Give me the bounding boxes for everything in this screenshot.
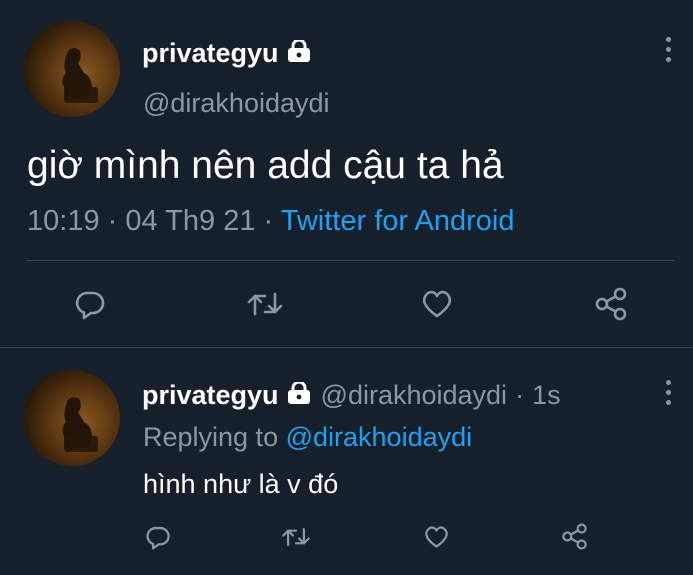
share-icon[interactable] [592,286,630,322]
lock-icon [287,380,311,411]
like-icon[interactable] [418,286,456,322]
retweet-icon[interactable] [280,522,312,552]
avatar[interactable] [24,21,120,117]
display-name-text: privategyu [142,38,279,68]
reply-text: hình như là v đó [143,469,339,499]
retweet-icon[interactable] [245,286,285,322]
meta-separator: · [263,205,274,237]
meta-separator: · [107,205,118,237]
tweet-text: giờ mình nên add cậu ta hả [27,144,504,187]
avatar[interactable] [24,370,120,466]
share-icon[interactable] [559,521,589,551]
divider [27,260,675,261]
like-icon[interactable] [421,522,451,552]
display-name[interactable]: privategyu [142,380,279,411]
replying-to: Replying to @dirakhoidaydi [143,422,472,453]
reply-header: privategyu @dirakhoidaydi · 1s [142,380,561,411]
tweet-source-link[interactable]: Twitter for Android [281,205,515,237]
handle[interactable]: @dirakhoidaydi [143,88,330,119]
replying-to-mention[interactable]: @dirakhoidaydi [286,422,473,452]
more-options-icon[interactable] [663,380,673,405]
twitter-thread-screen: privategyu @dirakhoidaydi giờ mình nên a… [0,0,693,575]
display-name[interactable]: privategyu [142,38,311,69]
reply-icon[interactable] [72,286,108,322]
meta-separator: · [515,380,525,410]
tweet-date: 04 Th9 21 [125,205,256,237]
divider [0,347,693,348]
reply-icon[interactable] [143,522,173,552]
tweet-time: 1s [532,380,561,410]
handle[interactable]: @dirakhoidaydi [321,380,508,411]
tweet-meta: 10:19 · 04 Th9 21 · Twitter for Android [27,205,514,238]
more-options-icon[interactable] [663,37,673,62]
tweet-time: 10:19 [27,205,100,237]
replying-to-label: Replying to [143,422,279,452]
lock-icon [287,38,311,69]
